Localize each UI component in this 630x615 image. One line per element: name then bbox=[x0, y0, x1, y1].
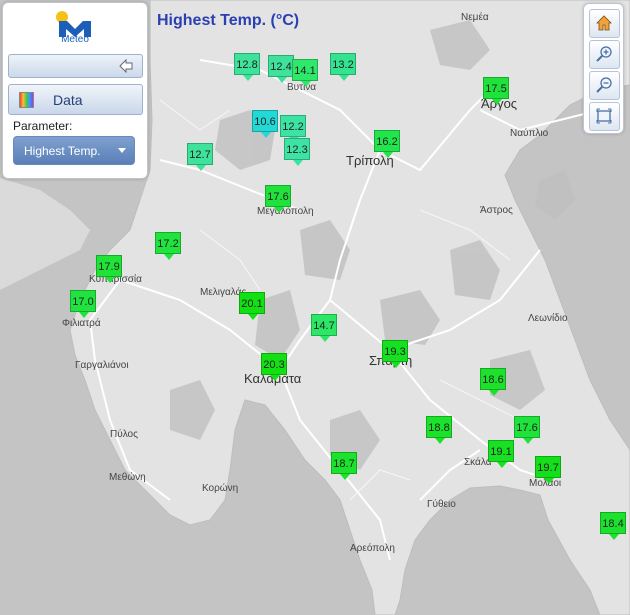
station-marker[interactable]: 17.9 bbox=[96, 255, 122, 283]
station-marker[interactable]: 20.1 bbox=[239, 292, 265, 320]
station-marker[interactable]: 19.3 bbox=[382, 340, 408, 368]
station-marker[interactable]: 10.6 bbox=[252, 110, 278, 138]
station-marker[interactable]: 17.6 bbox=[265, 185, 291, 213]
palette-icon bbox=[19, 92, 34, 108]
data-button-label: Data bbox=[53, 92, 83, 108]
home-icon bbox=[596, 15, 612, 31]
chevron-down-icon bbox=[118, 148, 126, 153]
place-label: Κορώνη bbox=[202, 483, 239, 494]
station-marker[interactable]: 17.0 bbox=[70, 290, 96, 318]
place-label: Άστρος bbox=[480, 205, 513, 216]
station-marker[interactable]: 12.7 bbox=[187, 143, 213, 171]
station-marker[interactable]: 12.2 bbox=[280, 115, 306, 143]
zoom-in-button[interactable] bbox=[589, 40, 620, 69]
station-marker[interactable]: 17.6 bbox=[514, 416, 540, 444]
logo-text: Meteo bbox=[61, 34, 89, 45]
station-marker[interactable]: 16.2 bbox=[374, 130, 400, 158]
station-marker[interactable]: 13.2 bbox=[330, 53, 356, 81]
place-label: Γύθειο bbox=[427, 499, 456, 510]
place-label: Νεμέα bbox=[461, 12, 489, 23]
station-marker[interactable]: 17.5 bbox=[483, 77, 509, 105]
parameter-label: Parameter: bbox=[13, 119, 73, 133]
station-marker[interactable]: 14.1 bbox=[292, 59, 318, 87]
full-extent-button[interactable] bbox=[589, 102, 620, 131]
control-panel: Meteo Data Parameter: Highest Temp. bbox=[2, 2, 148, 179]
back-arrow-icon bbox=[119, 58, 133, 74]
zoom-out-button[interactable] bbox=[589, 71, 620, 100]
data-button[interactable]: Data bbox=[8, 84, 143, 115]
place-label: Πύλος bbox=[110, 429, 138, 440]
station-marker[interactable]: 18.7 bbox=[331, 452, 357, 480]
station-marker[interactable]: 12.8 bbox=[234, 53, 260, 81]
extent-icon bbox=[596, 108, 612, 124]
place-label: Αρεόπολη bbox=[350, 543, 395, 554]
station-marker[interactable]: 12.4 bbox=[268, 55, 294, 83]
station-marker[interactable]: 19.7 bbox=[535, 456, 561, 484]
station-marker[interactable]: 18.6 bbox=[480, 368, 506, 396]
collapse-button[interactable] bbox=[8, 54, 143, 78]
place-label: Μεθώνη bbox=[109, 472, 146, 483]
home-button[interactable] bbox=[589, 9, 620, 38]
station-marker[interactable]: 17.2 bbox=[155, 232, 181, 260]
station-marker[interactable]: 18.8 bbox=[426, 416, 452, 444]
place-label: Γαργαλιάνοι bbox=[75, 360, 129, 371]
station-marker[interactable]: 14.7 bbox=[311, 314, 337, 342]
station-marker[interactable]: 12.3 bbox=[284, 138, 310, 166]
place-label: Λεωνίδιο bbox=[528, 313, 568, 324]
place-label: Φιλιατρά bbox=[62, 318, 101, 329]
zoom-out-icon bbox=[596, 77, 612, 93]
map-title: Highest Temp. (°C) bbox=[157, 12, 300, 29]
parameter-select[interactable]: Highest Temp. bbox=[13, 136, 135, 165]
station-marker[interactable]: 19.1 bbox=[488, 440, 514, 468]
station-marker[interactable]: 20.3 bbox=[261, 353, 287, 381]
station-marker[interactable]: 18.4 bbox=[600, 512, 626, 540]
place-label: Ναύπλιο bbox=[510, 128, 549, 139]
map-toolbar bbox=[583, 3, 624, 134]
zoom-in-icon bbox=[596, 46, 612, 62]
parameter-value: Highest Temp. bbox=[24, 144, 101, 158]
